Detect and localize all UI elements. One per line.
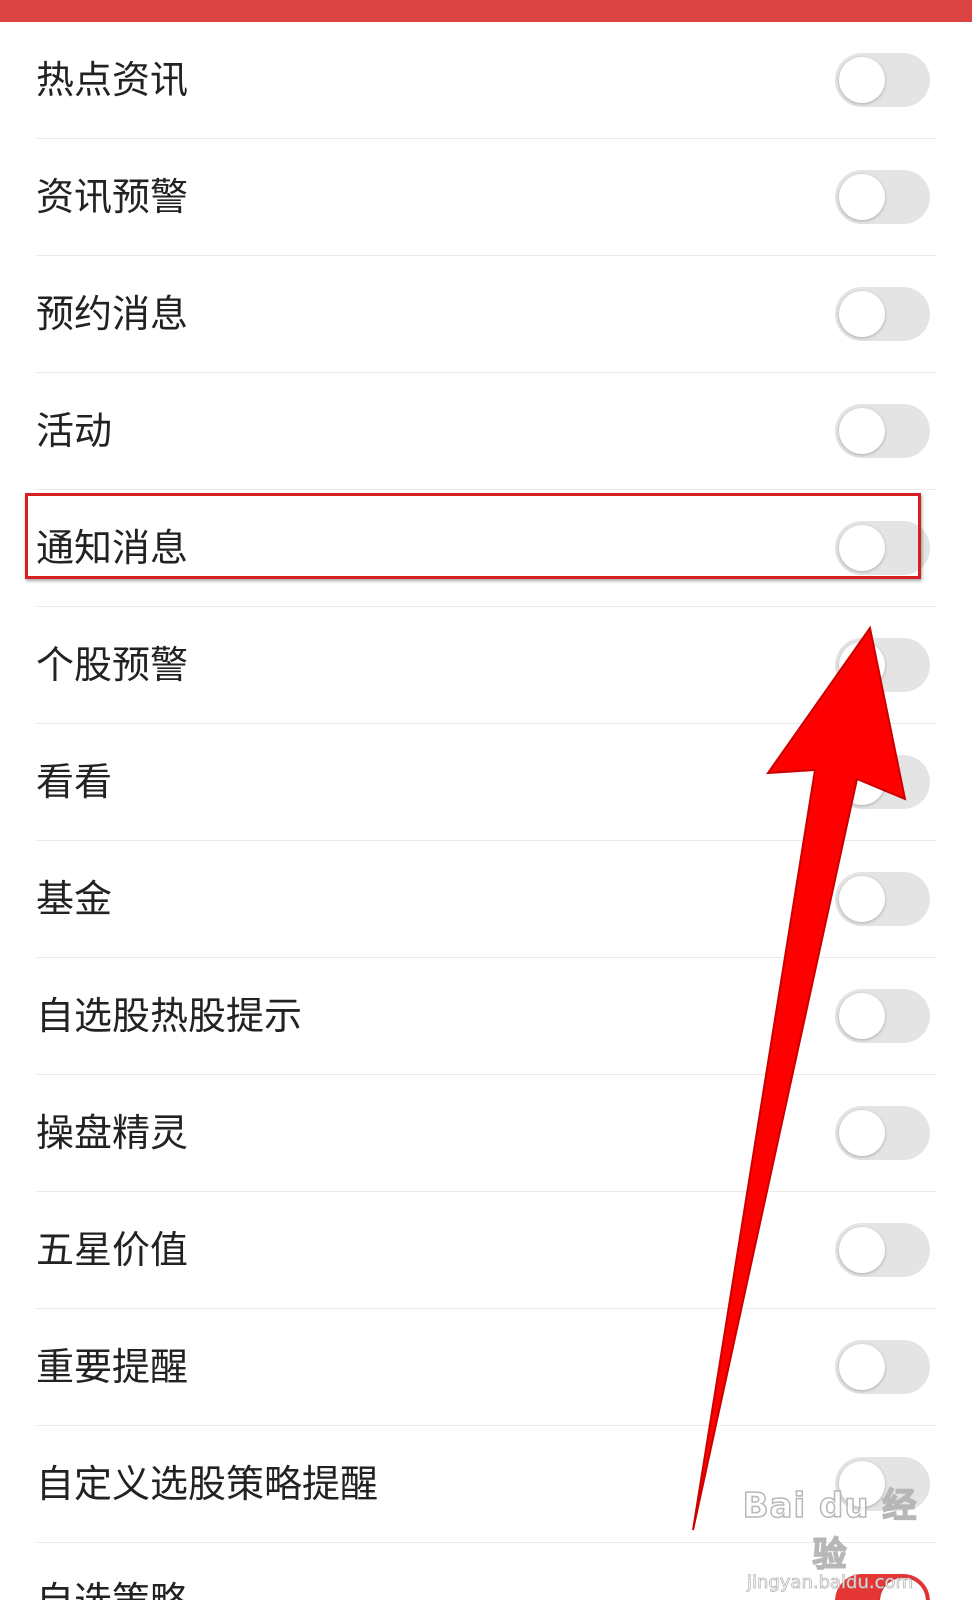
setting-row-stock-alert[interactable]: 个股预警	[0, 607, 972, 724]
setting-row-kankan[interactable]: 看看	[0, 724, 972, 841]
setting-label: 个股预警	[36, 643, 189, 687]
setting-label: 活动	[36, 409, 113, 453]
toggle-switch[interactable]	[835, 989, 930, 1043]
toggle-knob	[880, 1578, 926, 1600]
toggle-knob	[839, 174, 885, 220]
toggle-switch[interactable]	[835, 287, 930, 341]
toggle-knob	[839, 408, 885, 454]
settings-list: 热点资讯 资讯预警 预约消息 活动 通知消息 个股预警 看看 基金 自选股热股提…	[0, 22, 972, 1600]
setting-label: 自定义选股策略提醒	[36, 1462, 379, 1506]
setting-label: 自选策略	[36, 1543, 188, 1600]
toggle-switch[interactable]	[835, 1223, 930, 1277]
setting-row-fund[interactable]: 基金	[0, 841, 972, 958]
toggle-knob	[839, 291, 885, 337]
setting-label: 操盘精灵	[36, 1111, 189, 1155]
setting-label: 五星价值	[36, 1228, 189, 1272]
setting-row-watchlist-strategy[interactable]: 自选策略	[0, 1543, 972, 1600]
toggle-knob	[839, 1461, 885, 1507]
setting-row-hot-news[interactable]: 热点资讯	[0, 22, 972, 139]
setting-row-appointment[interactable]: 预约消息	[0, 256, 972, 373]
setting-row-news-alert[interactable]: 资讯预警	[0, 139, 972, 256]
toggle-switch[interactable]	[835, 1340, 930, 1394]
toggle-switch[interactable]	[835, 1574, 930, 1600]
notification-settings-screen: 热点资讯 资讯预警 预约消息 活动 通知消息 个股预警 看看 基金 自选股热股提…	[0, 0, 972, 1600]
toggle-knob	[839, 57, 885, 103]
toggle-switch[interactable]	[835, 1457, 930, 1511]
setting-label: 通知消息	[36, 526, 189, 570]
setting-row-notification[interactable]: 通知消息	[0, 490, 972, 607]
toggle-switch[interactable]	[835, 755, 930, 809]
toggle-knob	[839, 1227, 885, 1273]
setting-row-important-reminder[interactable]: 重要提醒	[0, 1309, 972, 1426]
setting-row-custom-strategy[interactable]: 自定义选股策略提醒	[0, 1426, 972, 1543]
toggle-knob	[839, 993, 885, 1039]
toggle-switch[interactable]	[835, 170, 930, 224]
toggle-switch[interactable]	[835, 638, 930, 692]
setting-label: 基金	[36, 877, 113, 921]
setting-row-trading-wizard[interactable]: 操盘精灵	[0, 1075, 972, 1192]
setting-row-watchlist-hot[interactable]: 自选股热股提示	[0, 958, 972, 1075]
toggle-knob	[839, 1344, 885, 1390]
toggle-knob	[839, 759, 885, 805]
toggle-switch[interactable]	[835, 1106, 930, 1160]
setting-row-five-star[interactable]: 五星价值	[0, 1192, 972, 1309]
setting-label: 自选股热股提示	[36, 994, 303, 1038]
setting-label: 资讯预警	[36, 175, 189, 219]
header-bar	[0, 0, 972, 22]
toggle-knob	[839, 525, 885, 571]
toggle-switch[interactable]	[835, 53, 930, 107]
setting-label: 预约消息	[36, 292, 189, 336]
toggle-knob	[839, 876, 885, 922]
setting-label: 重要提醒	[36, 1345, 189, 1389]
toggle-switch[interactable]	[835, 404, 930, 458]
setting-label: 看看	[36, 760, 113, 804]
setting-label: 热点资讯	[36, 58, 189, 102]
toggle-switch[interactable]	[835, 872, 930, 926]
toggle-switch[interactable]	[835, 521, 930, 575]
setting-row-activity[interactable]: 活动	[0, 373, 972, 490]
toggle-knob	[839, 1110, 885, 1156]
toggle-knob	[839, 642, 885, 688]
